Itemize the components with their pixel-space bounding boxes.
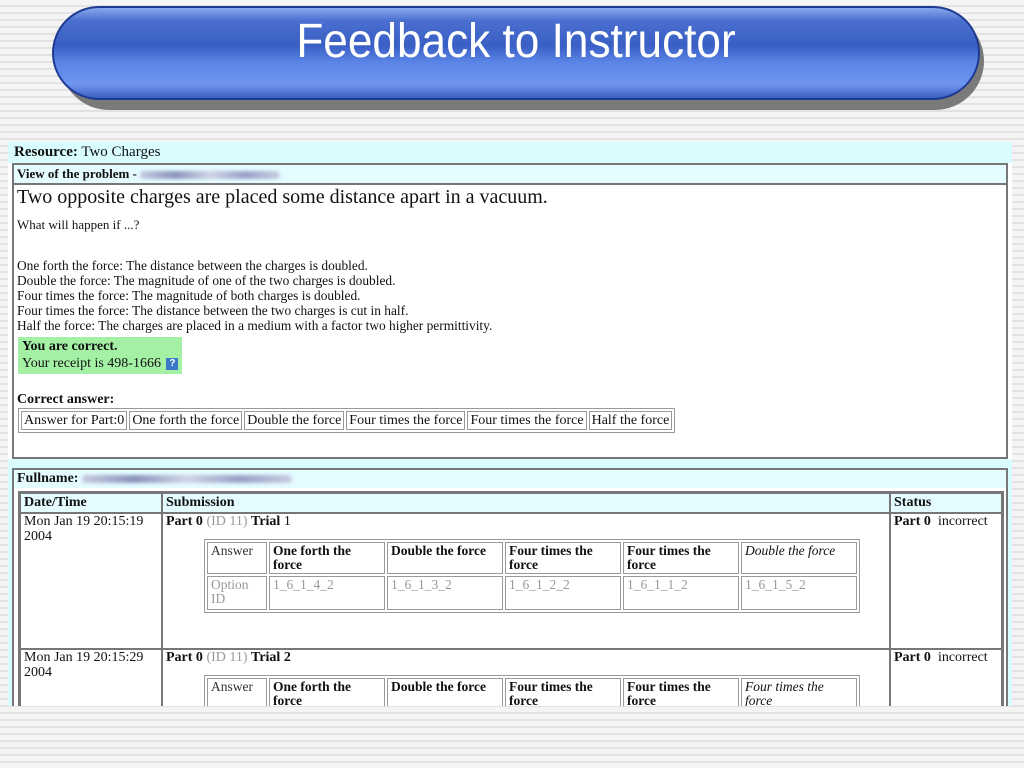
submission-datetime: Mon Jan 19 20:15:19 2004	[20, 513, 162, 649]
option-id-cell: 1_6_1_3_2	[387, 576, 503, 610]
answer-cell: Double the force	[387, 678, 503, 706]
column-header-submission: Submission	[162, 493, 890, 513]
submissions-table: Date/Time Submission Status Mon Jan 19 2…	[18, 491, 1004, 706]
option-id-label: Option ID	[207, 576, 267, 610]
redacted-student-name	[140, 171, 281, 180]
submission-row: Mon Jan 19 20:15:29 2004 Part 0 (ID 11) …	[20, 649, 1002, 706]
trial-answer-table: Answer One forth the force Double the fo…	[204, 539, 860, 613]
fullname-header: Fullname:	[14, 470, 1006, 488]
submission-datetime: Mon Jan 19 20:15:29 2004	[20, 649, 162, 706]
correct-answer-cell: Four times the force	[346, 411, 466, 430]
problem-view-box: View of the problem - Two opposite charg…	[12, 163, 1008, 459]
receipt-line: Your receipt is 498-1666 ?	[22, 355, 179, 372]
problem-view-label: View of the problem -	[17, 166, 137, 181]
trial-number: 1	[283, 514, 291, 529]
correct-answer-cell: Half the force	[588, 411, 673, 430]
option-item: Four times the force: The distance betwe…	[17, 303, 409, 318]
trial-label: Trial	[251, 514, 281, 529]
answer-label: Answer	[207, 678, 267, 706]
status-value: incorrect	[937, 650, 988, 665]
correct-answer-cell: One forth the force	[129, 411, 243, 430]
submission-status: Part 0 incorrect	[890, 649, 1002, 706]
submission-status: Part 0 incorrect	[890, 513, 1002, 649]
problem-question: What will happen if ...?	[17, 217, 140, 232]
option-item: Four times the force: The magnitude of b…	[17, 288, 361, 303]
column-header-status: Status	[890, 493, 1002, 513]
correct-answer-label: Correct answer:	[17, 392, 115, 407]
status-part: Part 0	[894, 514, 931, 529]
answer-label: Answer	[207, 542, 267, 574]
answer-cell: Four times the force	[623, 542, 739, 574]
problem-view-header: View of the problem -	[14, 165, 1006, 185]
answer-cell-wrong: Double the force	[741, 542, 857, 574]
resource-bar: Resource: Two Charges	[8, 142, 1012, 163]
submission-id: (ID 11)	[206, 514, 248, 529]
fullname-label: Fullname:	[17, 471, 79, 486]
receipt-text: Your receipt is 498-1666	[22, 356, 161, 371]
feedback-page: Resource: Two Charges View of the proble…	[8, 142, 1012, 706]
submission-part: Part 0	[166, 650, 203, 665]
redacted-fullname	[81, 474, 292, 483]
option-id-cell: 1_6_1_2_2	[505, 576, 621, 610]
problem-options: One forth the force: The distance betwee…	[14, 258, 1006, 333]
correct-answer-cell: Answer for Part:0	[21, 411, 128, 430]
result-status: You are correct.	[22, 339, 118, 354]
column-header-datetime: Date/Time	[20, 493, 162, 513]
help-icon[interactable]: ?	[166, 357, 179, 370]
option-id-cell: 1_6_1_5_2	[741, 576, 857, 610]
result-box: You are correct. Your receipt is 498-166…	[18, 337, 183, 374]
option-item: Double the force: The magnitude of one o…	[17, 273, 396, 288]
submission-cell: Part 0 (ID 11) Trial 2 Answer One forth …	[162, 649, 890, 706]
option-id-cell: 1_6_1_4_2	[269, 576, 385, 610]
answer-cell-wrong: Four times the force	[741, 678, 857, 706]
trial-label: Trial	[251, 650, 281, 665]
resource-value: Two Charges	[81, 144, 161, 160]
answer-cell: Four times the force	[623, 678, 739, 706]
correct-answer-cell: Four times the force	[467, 411, 587, 430]
title-banner: Feedback to Instructor	[52, 6, 980, 100]
status-value: incorrect	[937, 514, 988, 529]
option-id-cell: 1_6_1_1_2	[623, 576, 739, 610]
trial-number: 2	[283, 650, 291, 665]
status-part: Part 0	[894, 650, 931, 665]
resource-label: Resource:	[14, 144, 78, 160]
correct-answer-table: Answer for Part:0 One forth the force Do…	[18, 408, 676, 433]
problem-statement: Two opposite charges are placed some dis…	[17, 186, 548, 208]
answer-cell: Four times the force	[505, 678, 621, 706]
slide-title: Feedback to Instructor	[296, 15, 736, 68]
answer-cell: One forth the force	[269, 678, 385, 706]
answer-cell: One forth the force	[269, 542, 385, 574]
answer-cell: Double the force	[387, 542, 503, 574]
option-item: One forth the force: The distance betwee…	[17, 258, 368, 273]
submission-part: Part 0	[166, 514, 203, 529]
submission-id: (ID 11)	[206, 650, 248, 665]
submission-row: Mon Jan 19 20:15:19 2004 Part 0 (ID 11) …	[20, 513, 1002, 649]
submissions-box: Fullname: Date/Time Submission Status Mo…	[12, 468, 1008, 706]
option-item: Half the force: The charges are placed i…	[17, 318, 493, 333]
correct-answer-cell: Double the force	[244, 411, 345, 430]
submission-cell: Part 0 (ID 11) Trial 1 Answer One forth …	[162, 513, 890, 649]
answer-cell: Four times the force	[505, 542, 621, 574]
trial-answer-table: Answer One forth the force Double the fo…	[204, 675, 860, 706]
